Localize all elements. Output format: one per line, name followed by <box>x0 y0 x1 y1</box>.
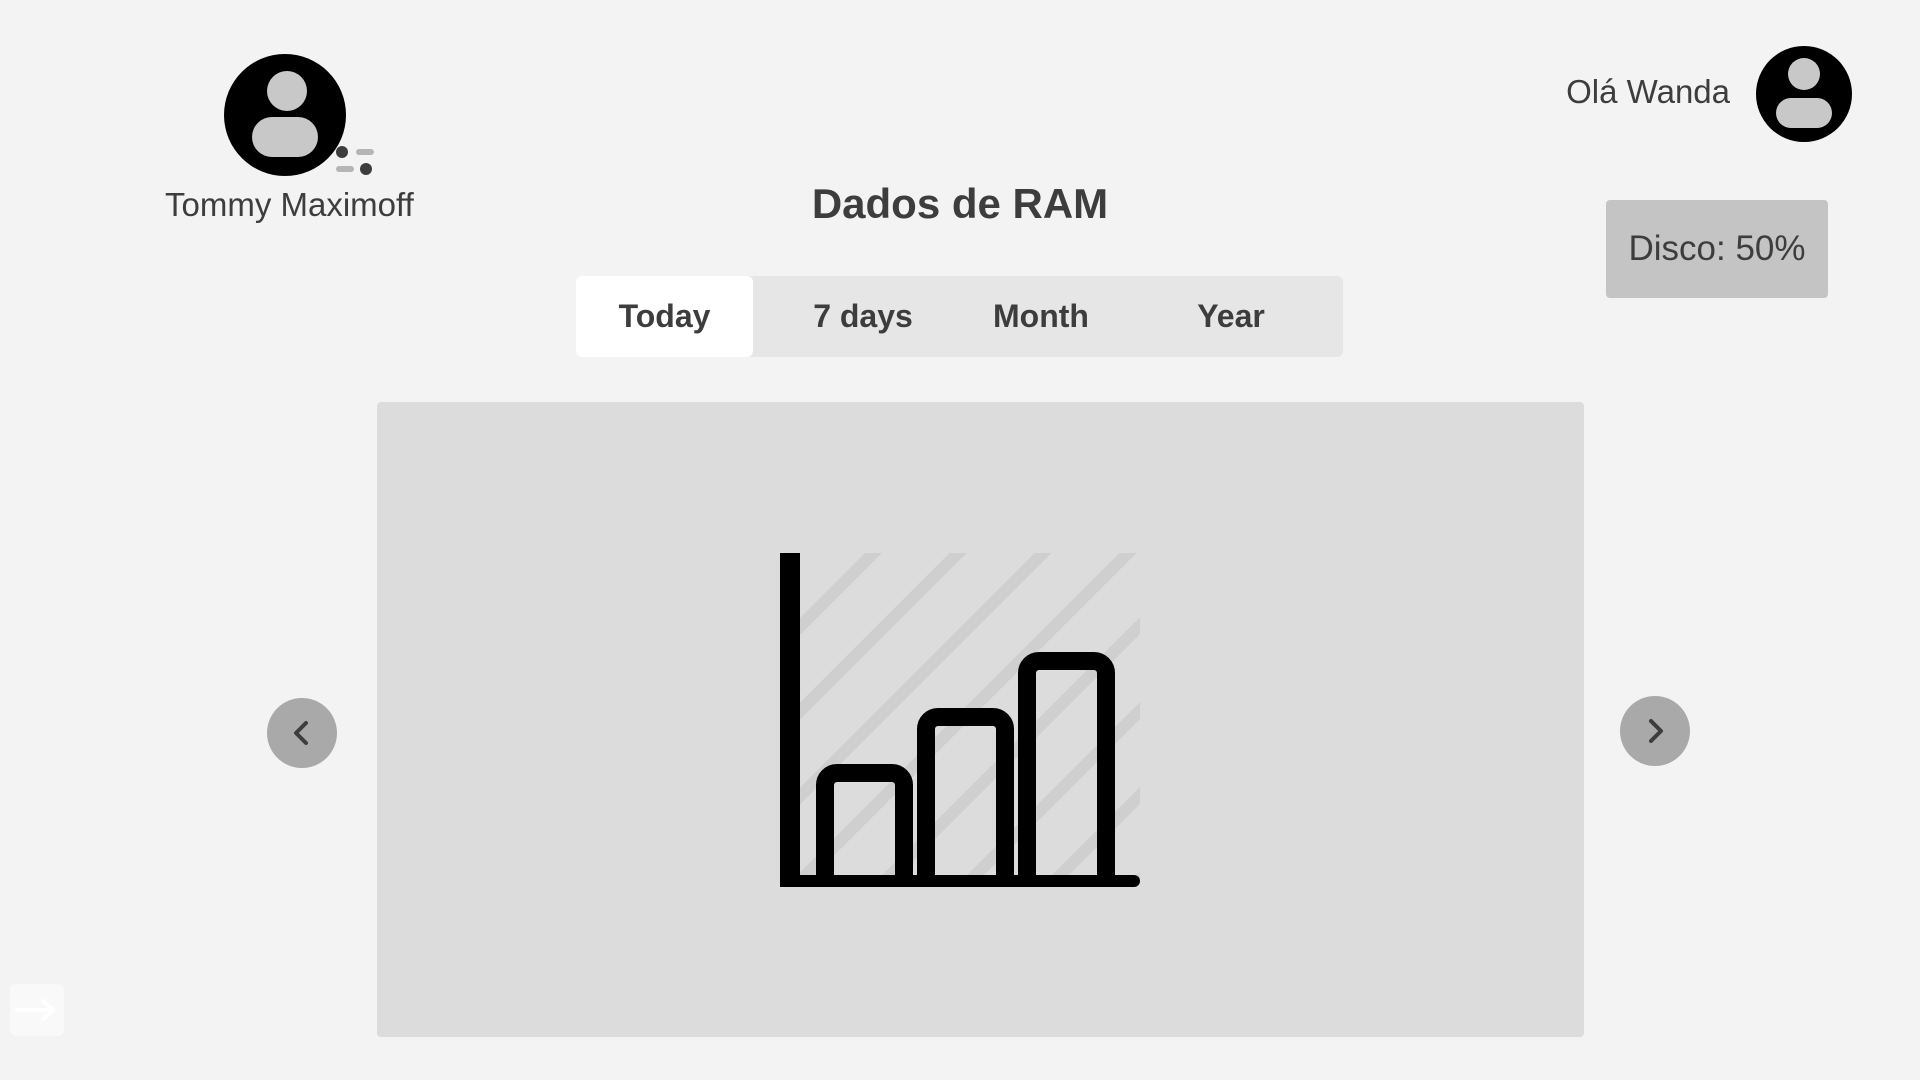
disk-usage-badge: Disco: 50% <box>1606 200 1828 298</box>
user-name: Tommy Maximoff <box>165 186 414 223</box>
header-avatar[interactable] <box>1756 46 1852 142</box>
chevron-left-icon <box>294 721 308 745</box>
profile-avatar[interactable] <box>224 54 346 176</box>
tab-today[interactable]: Today <box>576 276 753 357</box>
logout-arrow-icon <box>15 999 55 1021</box>
user-avatar-icon <box>1756 46 1852 142</box>
previous-button[interactable] <box>267 698 337 768</box>
chart-panel <box>377 402 1584 1037</box>
next-button[interactable] <box>1620 696 1690 766</box>
tab-year[interactable]: Year <box>1146 276 1316 357</box>
page-title: Dados de RAM <box>811 180 1109 227</box>
bar-chart-icon <box>780 553 1140 887</box>
tab-7-days[interactable]: 7 days <box>776 276 950 357</box>
tab-month[interactable]: Month <box>966 276 1116 357</box>
sliders-icon[interactable] <box>334 144 376 180</box>
greeting-text: Olá Wanda <box>1566 73 1730 110</box>
logout-button[interactable] <box>10 984 64 1036</box>
chevron-right-icon <box>1649 719 1663 743</box>
ram-dashboard: Tommy Maximoff Olá Wanda Dados de RAM Di… <box>0 0 1920 1080</box>
period-tabs: Today 7 days Month Year <box>576 276 1343 357</box>
user-avatar-icon <box>224 54 346 176</box>
